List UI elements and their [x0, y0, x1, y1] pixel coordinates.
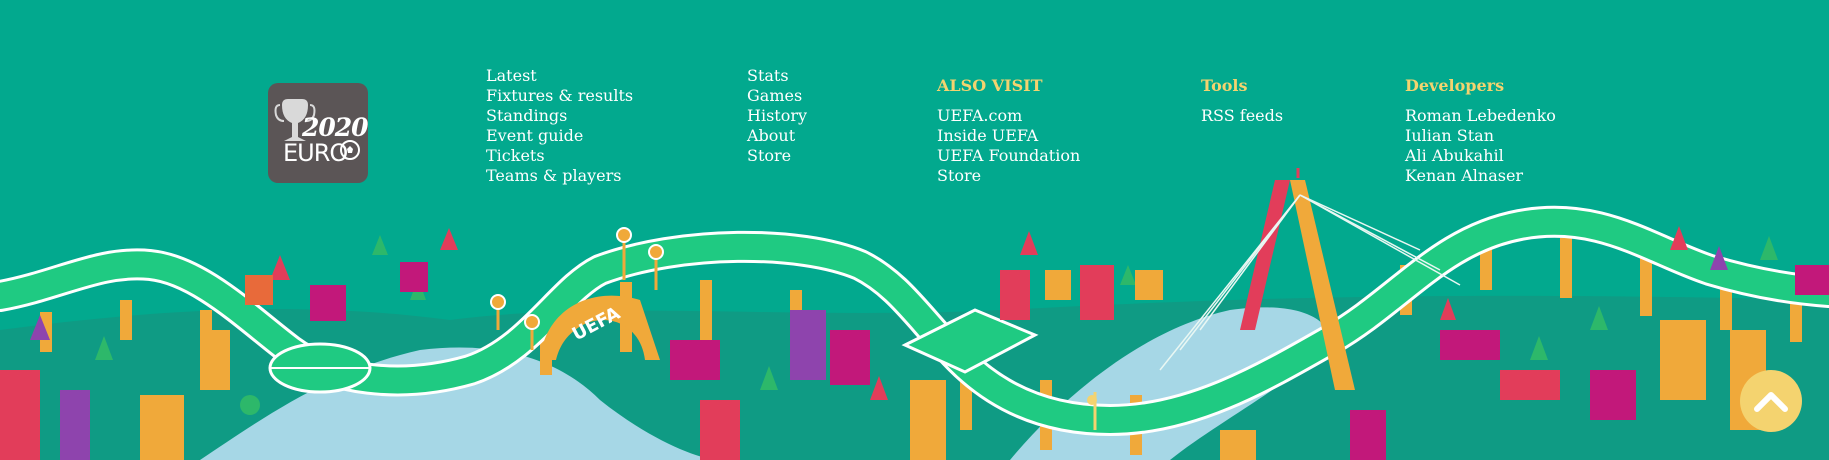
link-rss-feeds[interactable]: RSS feeds: [1201, 106, 1283, 126]
nav-link-fixtures-results[interactable]: Fixtures & results: [486, 86, 633, 106]
developer-name: Iulian Stan: [1405, 126, 1495, 145]
tools-heading: Tools: [1201, 76, 1248, 95]
logo-year: 2020: [302, 113, 368, 142]
nav-link-event-guide[interactable]: Event guide: [486, 126, 633, 146]
developers-section: Developers Roman Lebedenko Iulian Stan A…: [1405, 66, 1556, 186]
nav-link-latest[interactable]: Latest: [486, 66, 633, 86]
nav-link-about[interactable]: About: [747, 126, 807, 146]
nav-link-standings[interactable]: Standings: [486, 106, 633, 126]
nav-link-tickets[interactable]: Tickets: [486, 146, 633, 166]
logo-word: EURO: [283, 139, 348, 167]
tools-section: Tools RSS feeds: [1201, 66, 1283, 126]
developer-name: Roman Lebedenko: [1405, 106, 1556, 125]
nav-link-history[interactable]: History: [747, 106, 807, 126]
nav-link-teams-players[interactable]: Teams & players: [486, 166, 633, 186]
developers-heading: Developers: [1405, 76, 1505, 95]
also-visit-heading: ALSO VISIT: [937, 76, 1043, 95]
also-visit-section: ALSO VISIT UEFA.com Inside UEFA UEFA Fou…: [937, 66, 1080, 186]
developer-name: Kenan Alnaser: [1405, 166, 1524, 185]
euro-2020-logo[interactable]: 2020 EURO: [268, 83, 368, 183]
football-icon: [340, 140, 360, 160]
link-uefa-foundation[interactable]: UEFA Foundation: [937, 146, 1080, 166]
chevron-up-icon: [1754, 392, 1788, 412]
nav-link-games[interactable]: Games: [747, 86, 807, 106]
nav-secondary: Stats Games History About Store: [747, 66, 807, 166]
nav-link-stats[interactable]: Stats: [747, 66, 807, 86]
link-uefa-com[interactable]: UEFA.com: [937, 106, 1080, 126]
scroll-to-top-button[interactable]: [1740, 370, 1802, 432]
link-store[interactable]: Store: [937, 166, 1080, 186]
site-footer: UEFA 2020 EURO Latest Fixtures & results…: [0, 0, 1829, 460]
link-inside-uefa[interactable]: Inside UEFA: [937, 126, 1080, 146]
developer-name: Ali Abukahil: [1405, 146, 1504, 165]
nav-link-store[interactable]: Store: [747, 146, 807, 166]
nav-primary: Latest Fixtures & results Standings Even…: [486, 66, 633, 186]
